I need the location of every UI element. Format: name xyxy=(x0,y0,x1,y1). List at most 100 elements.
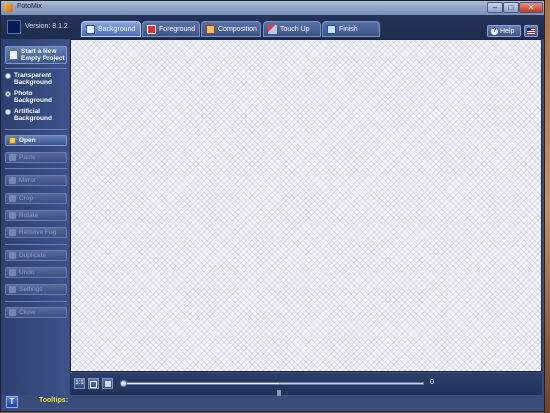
finish-icon xyxy=(327,24,336,34)
option-transparent-background[interactable]: Transparent Background xyxy=(5,72,67,86)
button-label: Remove Fog xyxy=(19,229,57,236)
option-label-line2: Background xyxy=(14,97,52,104)
app-logo-icon xyxy=(7,20,21,34)
help-label: Help xyxy=(500,27,515,35)
fit-view-icon xyxy=(90,381,97,388)
button-label: Open xyxy=(19,137,36,144)
option-label-line1: Artificial xyxy=(14,108,41,115)
button-label: Paste xyxy=(19,154,36,161)
button-label: Duplicate xyxy=(19,252,47,259)
help-icon: ? xyxy=(491,27,498,35)
radio-button-checked[interactable] xyxy=(5,91,11,97)
sidebar-divider xyxy=(5,301,67,302)
tab-foreground[interactable]: Foreground xyxy=(142,21,200,37)
sidebar-divider xyxy=(5,168,67,169)
tab-label: Foreground xyxy=(159,25,196,33)
touch-up-icon xyxy=(268,24,277,34)
app-window: FotoMix – □ ✕ Version: 8.1.2 Background … xyxy=(0,0,545,412)
tooltip-toggle-button[interactable]: T xyxy=(6,396,18,408)
undo-icon xyxy=(9,269,16,276)
header-bar: Version: 8.1.2 Background Foreground Com… xyxy=(1,15,544,39)
actual-size-button[interactable]: 1:1 xyxy=(74,378,85,389)
sidebar-divider xyxy=(5,244,67,245)
view-toolbar: 1:1 0 xyxy=(70,373,542,396)
version-label: Version: 8.1.2 xyxy=(25,23,68,30)
button-label: Rotate xyxy=(19,212,39,219)
open-button[interactable]: Open xyxy=(5,135,67,146)
zoom-slider-start-thumb[interactable] xyxy=(120,380,127,387)
full-view-icon xyxy=(104,381,111,387)
duplicate-icon xyxy=(9,252,16,259)
close-icon xyxy=(9,309,16,316)
title-bar[interactable]: FotoMix – □ ✕ xyxy=(1,1,544,15)
close-button[interactable]: ✕ xyxy=(519,2,543,13)
option-label-line2: Background xyxy=(14,79,52,86)
zoom-slider-fill xyxy=(123,383,279,384)
close-project-button[interactable]: Close xyxy=(5,307,67,318)
tab-label: Composition xyxy=(218,25,257,33)
radio-button[interactable] xyxy=(5,73,11,79)
sidebar-divider xyxy=(5,68,67,69)
us-flag-icon xyxy=(527,28,535,34)
gear-icon xyxy=(9,286,16,293)
settings-button[interactable]: Settings xyxy=(5,284,67,295)
new-project-label: Start a New Empty Project xyxy=(21,48,65,62)
rotate-icon xyxy=(9,212,16,219)
paste-button[interactable]: Paste xyxy=(5,152,67,163)
crop-button[interactable]: Crop xyxy=(5,193,67,204)
composition-icon xyxy=(206,24,215,34)
new-document-icon xyxy=(9,50,18,60)
option-label-line1: Transparent xyxy=(14,72,52,79)
tab-background[interactable]: Background xyxy=(81,21,141,37)
button-label: Settings xyxy=(19,286,43,293)
new-project-label-line2: Empty Project xyxy=(21,55,65,62)
option-artificial-background[interactable]: Artificial Background xyxy=(5,108,67,122)
duplicate-button[interactable]: Duplicate xyxy=(5,250,67,261)
crop-icon xyxy=(9,195,16,202)
option-label-line2: Background xyxy=(14,115,52,122)
zoom-value: 0 xyxy=(430,379,434,386)
new-project-button[interactable]: Start a New Empty Project xyxy=(5,46,67,64)
button-label: Close xyxy=(19,309,36,316)
rotate-button[interactable]: Rotate xyxy=(5,210,67,221)
window-title: FotoMix xyxy=(17,3,42,10)
foreground-icon xyxy=(147,24,156,34)
tooltips-label: Tooltips: xyxy=(39,397,69,404)
zoom-slider[interactable] xyxy=(120,380,424,396)
image-canvas[interactable] xyxy=(70,39,542,372)
background-icon xyxy=(86,24,95,34)
option-label: Photo Background xyxy=(14,90,52,104)
app-icon xyxy=(4,3,13,12)
language-button[interactable] xyxy=(524,25,538,37)
remove-fog-icon xyxy=(9,229,16,236)
option-label: Artificial Background xyxy=(14,108,52,122)
fit-view-button[interactable] xyxy=(88,378,99,389)
paste-icon xyxy=(9,154,16,161)
option-photo-background[interactable]: Photo Background xyxy=(5,90,67,104)
remove-fog-button[interactable]: Remove Fog xyxy=(5,227,67,238)
option-label-line1: Photo xyxy=(14,90,33,97)
help-button[interactable]: ? Help xyxy=(487,25,521,37)
tab-label: Finish xyxy=(339,25,358,33)
button-label: Crop xyxy=(19,195,34,202)
maximize-button[interactable]: □ xyxy=(503,2,519,13)
button-label: Undo xyxy=(19,269,35,276)
tab-finish[interactable]: Finish xyxy=(322,21,380,37)
zoom-slider-thumb[interactable] xyxy=(277,390,281,396)
button-label: Mirror xyxy=(19,177,36,184)
undo-button[interactable]: Undo xyxy=(5,267,67,278)
tab-touch-up[interactable]: Touch Up xyxy=(263,21,321,37)
full-view-button[interactable] xyxy=(102,378,113,389)
radio-button[interactable] xyxy=(5,109,11,115)
tab-label: Background xyxy=(98,25,136,33)
mirror-button[interactable]: Mirror xyxy=(5,175,67,186)
new-project-label-line1: Start a New xyxy=(21,48,57,55)
mirror-icon xyxy=(9,177,16,184)
folder-open-icon xyxy=(9,137,16,144)
sidebar: Start a New Empty Project Transparent Ba… xyxy=(1,39,69,395)
minimize-button[interactable]: – xyxy=(487,2,503,13)
option-label: Transparent Background xyxy=(14,72,52,86)
tab-composition[interactable]: Composition xyxy=(201,21,261,37)
tab-label: Touch Up xyxy=(280,25,310,33)
sidebar-divider xyxy=(5,129,67,130)
